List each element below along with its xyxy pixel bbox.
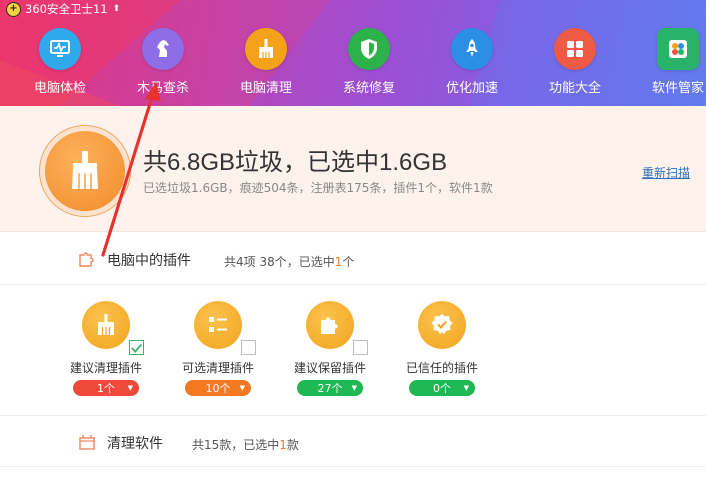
check-icon bbox=[131, 343, 142, 353]
nav-label: 优化加速 bbox=[445, 81, 498, 96]
plugin-count-dropdown[interactable]: 27个 ▼ bbox=[297, 380, 363, 396]
plugin-label: 建议保留插件 bbox=[293, 361, 366, 375]
nav-item-trojan-scan[interactable]: 木马查杀 bbox=[118, 28, 208, 96]
section-title: 电脑中的插件 bbox=[107, 253, 191, 269]
app-logo-icon: + bbox=[6, 1, 21, 17]
nav-item-checkup[interactable]: 电脑体检 bbox=[15, 28, 105, 96]
nav-item-cleanup[interactable]: 电脑清理 bbox=[221, 28, 311, 96]
software-section-header[interactable]: 清理软件 共15款，已选中1款 bbox=[0, 415, 706, 467]
nav-item-speedup[interactable]: 优化加速 bbox=[427, 28, 517, 96]
update-arrow-icon[interactable]: ⬆ bbox=[113, 4, 121, 14]
nav-label: 电脑体检 bbox=[33, 81, 86, 96]
nav-label: 软件管家 bbox=[651, 81, 704, 96]
caret-down-icon: ▼ bbox=[239, 384, 245, 392]
plugin-category-optional-clean[interactable]: 可选清理插件 10个 ▼ bbox=[173, 301, 263, 396]
puzzle-icon bbox=[79, 252, 94, 267]
plugin-checkbox[interactable] bbox=[129, 340, 144, 355]
broom-icon bbox=[82, 301, 144, 355]
plugin-checkbox[interactable] bbox=[353, 340, 368, 355]
shield-icon bbox=[348, 28, 390, 70]
monitor-check-icon bbox=[39, 28, 81, 70]
plugin-category-recommended-clean[interactable]: 建议清理插件 1个 ▼ bbox=[61, 301, 151, 396]
summary-subtitle: 已选垃圾1.6GB，痕迹504条，注册表175条，插件1个，软件1款 bbox=[143, 181, 493, 195]
app-title: + 360安全卫士11 ⬆ bbox=[6, 1, 120, 17]
horse-icon bbox=[142, 28, 184, 70]
nav-label: 系统修复 bbox=[342, 81, 395, 96]
nav-label: 电脑清理 bbox=[239, 81, 292, 96]
list-icon bbox=[194, 301, 256, 355]
section-count: 共4项 38个，已选中1个 bbox=[224, 255, 355, 269]
plugins-section-header[interactable]: 电脑中的插件 共4项 38个，已选中1个 bbox=[0, 233, 706, 285]
nav-item-software-manager[interactable]: 软件管家 bbox=[633, 28, 706, 96]
nav-label: 功能大全 bbox=[548, 81, 601, 96]
cleanup-badge bbox=[39, 125, 131, 217]
software-box-icon bbox=[79, 435, 95, 450]
plugin-category-trusted[interactable]: 已信任的插件 0个 ▼ bbox=[397, 301, 487, 396]
plugin-category-keep[interactable]: 建议保留插件 27个 ▼ bbox=[285, 301, 375, 396]
section-title: 清理软件 bbox=[107, 436, 163, 452]
plugin-count-dropdown[interactable]: 0个 ▼ bbox=[409, 380, 475, 396]
caret-down-icon: ▼ bbox=[351, 384, 357, 392]
plugin-label: 已信任的插件 bbox=[405, 361, 478, 375]
summary-title: 共6.8GB垃圾，已选中1.6GB bbox=[143, 149, 448, 176]
plugin-count-dropdown[interactable]: 1个 ▼ bbox=[73, 380, 139, 396]
broom-icon bbox=[245, 28, 287, 70]
caret-down-icon: ▼ bbox=[127, 384, 133, 392]
nav-item-all-features[interactable]: 功能大全 bbox=[530, 28, 620, 96]
grid-icon bbox=[554, 28, 596, 70]
plugin-count-dropdown[interactable]: 10个 ▼ bbox=[185, 380, 251, 396]
section-count: 共15款，已选中1款 bbox=[192, 438, 299, 452]
broom-icon bbox=[45, 131, 125, 211]
scan-summary: 共6.8GB垃圾，已选中1.6GB 已选垃圾1.6GB，痕迹504条，注册表17… bbox=[0, 106, 706, 232]
app-title-text: 360安全卫士11 bbox=[25, 2, 108, 16]
software-icon bbox=[657, 28, 699, 70]
nav-item-system-repair[interactable]: 系统修复 bbox=[324, 28, 414, 96]
trusted-badge-icon bbox=[418, 301, 466, 349]
plugin-label: 可选清理插件 bbox=[181, 361, 254, 375]
rescan-link[interactable]: 重新扫描 bbox=[642, 164, 690, 181]
plugin-label: 建议清理插件 bbox=[69, 361, 142, 375]
caret-down-icon: ▼ bbox=[463, 384, 469, 392]
nav-label: 木马查杀 bbox=[136, 81, 189, 96]
puzzle-icon bbox=[306, 301, 368, 355]
rocket-icon bbox=[451, 28, 493, 70]
top-header: + 360安全卫士11 ⬆ 电脑体检 木马查杀 电脑清理 系统修复 优化加速 功… bbox=[0, 0, 706, 106]
plugin-checkbox[interactable] bbox=[241, 340, 256, 355]
